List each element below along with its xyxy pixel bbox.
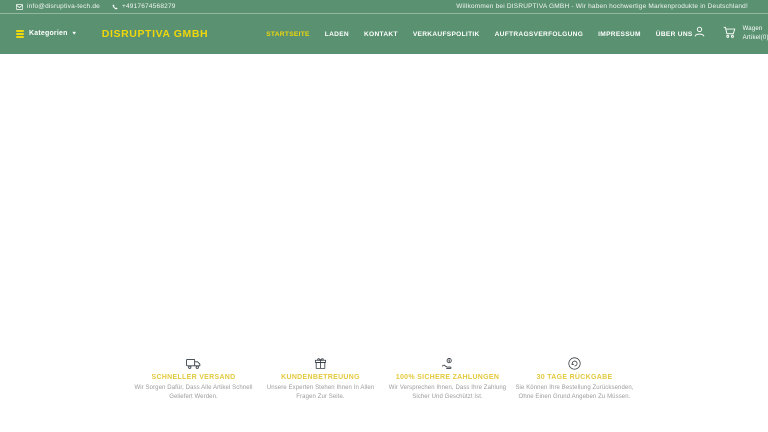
cart-icon xyxy=(722,25,737,44)
email-text: info@disruptiva-tech.de xyxy=(27,3,100,10)
categories-label: Kategorien xyxy=(29,30,68,37)
email-link[interactable]: info@disruptiva-tech.de xyxy=(16,3,100,10)
feature-description: Wir Versprechen Ihnen, Dass Ihre Zahlung… xyxy=(387,384,508,403)
phone-icon xyxy=(112,4,118,10)
return-icon xyxy=(568,357,581,371)
feature-description: Wir Sorgen Dafür, Dass Alle Artikel Schn… xyxy=(133,384,254,403)
truck-icon xyxy=(186,357,201,371)
account-button[interactable] xyxy=(693,25,706,43)
categories-dropdown[interactable]: Kategorien ▾ xyxy=(16,30,76,37)
feature-returns: 30 TAGE RÜCKGABE Sie Können Ihre Bestell… xyxy=(511,357,638,403)
gift-icon xyxy=(314,357,327,371)
feature-support: KUNDENBETREUUNG Unsere Experten Stehen I… xyxy=(257,357,384,403)
hamburger-icon xyxy=(16,30,24,37)
main-menu: STARTSEITE LADEN KONTAKT VERKAUFSPOLITIK… xyxy=(266,31,692,38)
topbar: info@disruptiva-tech.de +4917674568279 W… xyxy=(0,0,768,14)
feature-title: KUNDENBETREUUNG xyxy=(281,374,360,381)
menu-item-impressum[interactable]: IMPRESSUM xyxy=(598,31,641,38)
main-content xyxy=(0,54,768,357)
cart-labels: Wagen Artikel(0) xyxy=(743,26,768,43)
feature-title: 100% SICHERE ZAHLUNGEN xyxy=(396,374,499,381)
feature-title: 30 TAGE RÜCKGABE xyxy=(537,374,613,381)
feature-shipping: SCHNELLER VERSAND Wir Sorgen Dafür, Dass… xyxy=(130,357,257,403)
navbar-right: Wagen Artikel(0) xyxy=(693,25,768,44)
menu-item-laden[interactable]: LADEN xyxy=(325,31,349,38)
user-icon xyxy=(693,25,706,43)
hand-coin-icon xyxy=(441,357,455,371)
cart-button[interactable]: Wagen Artikel(0) xyxy=(722,25,768,44)
feature-description: Sie Können Ihre Bestellung Zurücksenden,… xyxy=(514,384,635,403)
envelope-icon xyxy=(16,4,23,10)
feature-payments: 100% SICHERE ZAHLUNGEN Wir Versprechen I… xyxy=(384,357,511,403)
features-row: SCHNELLER VERSAND Wir Sorgen Dafür, Dass… xyxy=(130,357,638,403)
menu-item-startseite[interactable]: STARTSEITE xyxy=(266,31,310,38)
welcome-message: Willkommen bei DISRUPTIVA GMBH - Wir hab… xyxy=(456,3,748,10)
cart-count: Artikel(0) xyxy=(743,35,768,43)
menu-item-auftragsverfolgung[interactable]: AUFTRAGSVERFOLGUNG xyxy=(495,31,584,38)
cart-label: Wagen xyxy=(743,26,768,34)
phone-text: +4917674568279 xyxy=(122,3,176,10)
menu-item-kontakt[interactable]: KONTAKT xyxy=(364,31,398,38)
navbar: Kategorien ▾ DISRUPTIVA GMBH STARTSEITE … xyxy=(0,14,768,54)
feature-title: SCHNELLER VERSAND xyxy=(151,374,235,381)
site-logo[interactable]: DISRUPTIVA GMBH xyxy=(102,28,208,40)
chevron-down-icon: ▾ xyxy=(73,31,76,37)
menu-item-ueber-uns[interactable]: ÜBER UNS xyxy=(656,31,693,38)
menu-item-verkaufspolitik[interactable]: VERKAUFSPOLITIK xyxy=(413,31,480,38)
topbar-contact: info@disruptiva-tech.de +4917674568279 xyxy=(16,3,176,10)
feature-description: Unsere Experten Stehen Ihnen In Allen Fr… xyxy=(260,384,381,403)
phone-link[interactable]: +4917674568279 xyxy=(112,3,176,10)
